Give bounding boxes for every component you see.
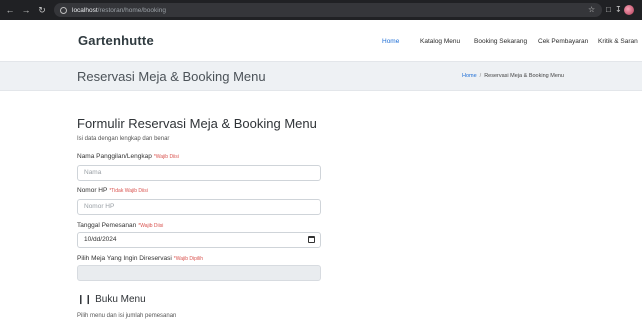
phone-input[interactable]: Nomor HP <box>77 199 321 215</box>
table-label-text: Pilih Meja Yang Ingin Direservasi <box>77 255 172 262</box>
table-label: Pilih Meja Yang Ingin Direservasi *Wajib … <box>77 255 203 262</box>
date-required-note: *Wajib Diisi <box>138 223 164 229</box>
buku-menu-title: Buku Menu <box>95 294 146 305</box>
page-title: Reservasi Meja & Booking Menu <box>77 69 266 84</box>
phone-label: Nomor HP *Tidak Wajib Diisi <box>77 187 148 194</box>
name-required-note: *Wajib Diisi <box>153 154 179 160</box>
url-host: localhost <box>72 6 98 14</box>
cutlery-icon: ❙❙ <box>77 294 93 304</box>
reload-icon[interactable]: ↻ <box>36 0 48 20</box>
form-title: Formulir Reservasi Meja & Booking Menu <box>77 116 317 131</box>
breadcrumb: Home / Reservasi Meja & Booking Menu <box>462 73 564 79</box>
address-bar[interactable]: localhost/restoran/home/booking <box>54 3 602 17</box>
date-value: 10/dd/2024 <box>84 236 117 243</box>
buku-menu-subtitle: Pilih menu dan isi jumlah pemesanan <box>77 313 177 319</box>
brand-logo[interactable]: Gartenhutte <box>78 33 154 48</box>
name-input[interactable]: Nama <box>77 165 321 181</box>
nav-home[interactable]: Home <box>382 38 399 45</box>
date-input[interactable]: 10/dd/2024 <box>77 232 321 248</box>
site-info-icon[interactable] <box>60 6 67 14</box>
bookmark-star-icon[interactable]: ☆ <box>588 5 595 14</box>
breadcrumb-separator: / <box>479 73 482 79</box>
date-label: Tanggal Pemesanan *Wajib Diisi <box>77 222 163 229</box>
nav-katalog-menu[interactable]: Katalog Menu <box>420 38 460 45</box>
site-navbar: Gartenhutte Home Katalog Menu Booking Se… <box>0 20 642 61</box>
phone-optional-note: *Tidak Wajib Diisi <box>109 188 148 194</box>
browser-toolbar: ← → ↻ localhost/restoran/home/booking ☆ … <box>0 0 642 20</box>
forward-icon[interactable]: → <box>20 0 32 20</box>
breadcrumb-current: Reservasi Meja & Booking Menu <box>484 73 564 79</box>
name-label-text: Nama Panggilan/Lengkap <box>77 153 152 160</box>
profile-avatar[interactable] <box>624 5 634 15</box>
download-icon[interactable]: ↧ <box>615 5 622 14</box>
nav-cek-pembayaran[interactable]: Cek Pembayaran <box>538 38 588 45</box>
nav-booking-sekarang[interactable]: Booking Sekarang <box>474 38 527 45</box>
table-select[interactable] <box>77 265 321 281</box>
back-icon[interactable]: ← <box>4 0 16 20</box>
date-label-text: Tanggal Pemesanan <box>77 222 137 229</box>
breadcrumb-home[interactable]: Home <box>462 73 477 79</box>
table-required-note: *Wajib Dipilih <box>173 256 204 262</box>
phone-label-text: Nomor HP <box>77 187 108 194</box>
url-path: /restoran/home/booking <box>97 6 166 14</box>
buku-menu-heading: ❙❙ Buku Menu <box>77 294 146 305</box>
form-subtitle: Isi data dengan lengkap dan benar <box>77 136 170 142</box>
nav-kritik-saran[interactable]: Kritik & Saran <box>598 38 638 45</box>
name-label: Nama Panggilan/Lengkap *Wajib Diisi <box>77 153 179 160</box>
extension-icon[interactable]: □ <box>606 5 611 14</box>
calendar-icon[interactable] <box>308 236 315 243</box>
page-header: Reservasi Meja & Booking Menu Home / Reser… <box>0 61 642 91</box>
